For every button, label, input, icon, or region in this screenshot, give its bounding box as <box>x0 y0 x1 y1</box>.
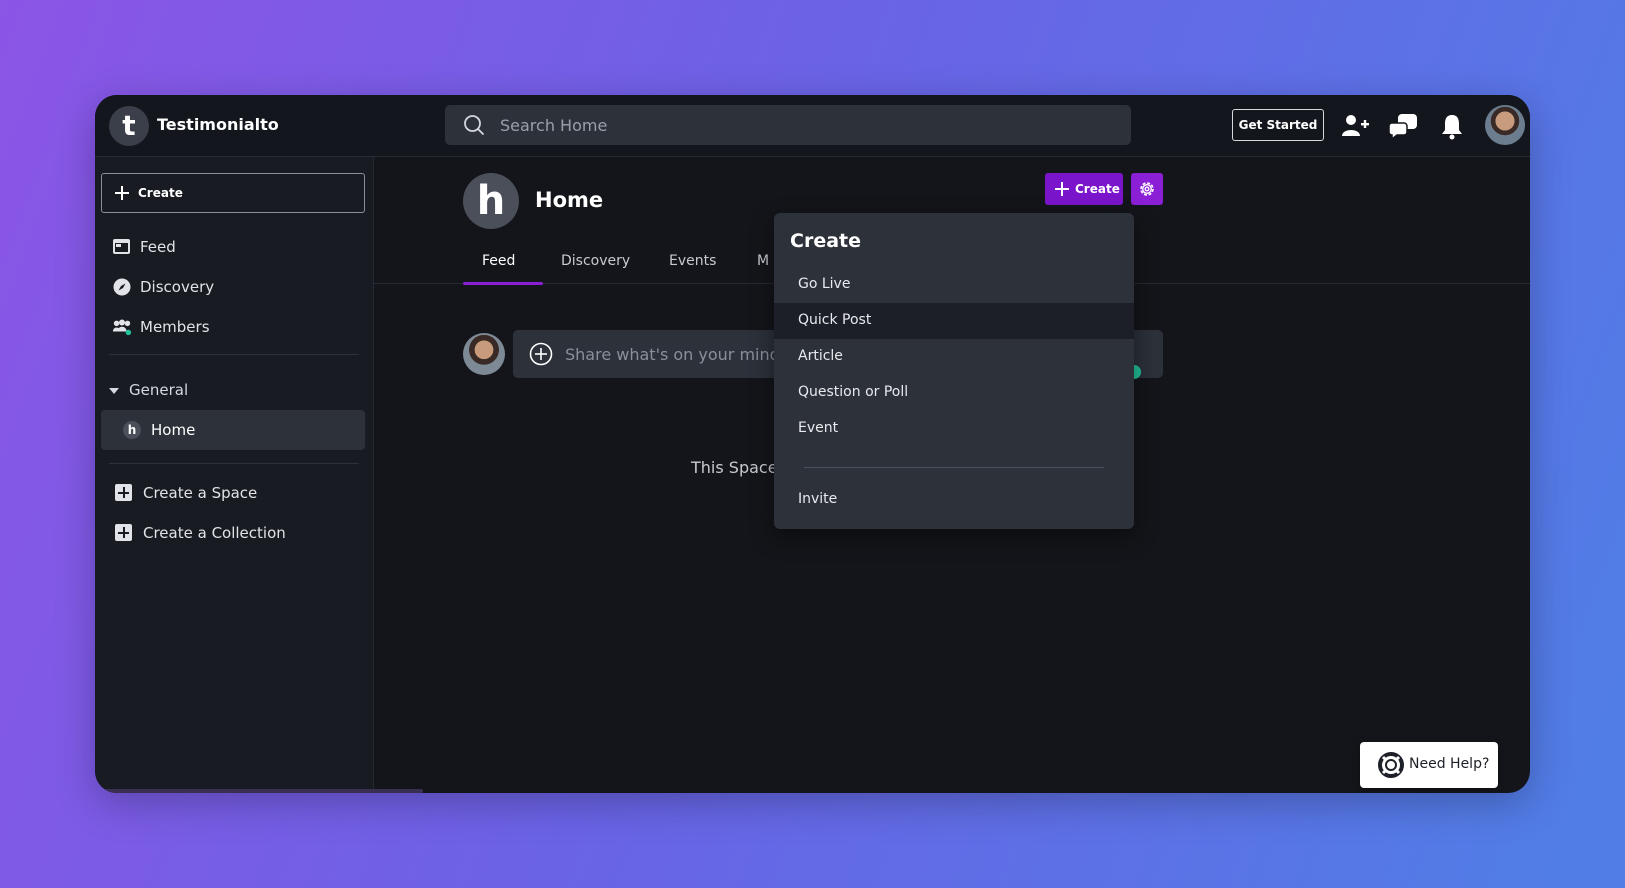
plus-icon <box>115 186 129 200</box>
need-help-label: Need Help? <box>1409 756 1490 772</box>
plus-icon <box>1055 182 1069 196</box>
menu-item-quick-post[interactable]: Quick Post <box>774 303 1134 339</box>
create-button-label: Create <box>1075 182 1120 196</box>
create-dropdown: Create Go Live Quick Post Article Questi… <box>774 213 1134 529</box>
sidebar-item-label: Members <box>140 318 210 336</box>
sidebar-item-members[interactable]: Members <box>95 309 374 345</box>
create-button[interactable]: Create <box>1045 173 1123 205</box>
menu-item-article[interactable]: Article <box>774 339 1134 375</box>
space-avatar: h <box>463 173 519 229</box>
tab-events[interactable]: Events <box>669 253 716 269</box>
menu-item-label: Quick Post <box>798 312 872 328</box>
create-space-link[interactable]: Create a Space <box>95 476 374 510</box>
sidebar-group-label: General <box>129 381 189 399</box>
menu-divider <box>804 467 1104 468</box>
menu-item-event[interactable]: Event <box>774 411 1134 447</box>
menu-item-label: Invite <box>798 491 838 507</box>
menu-item-label: Go Live <box>798 276 851 292</box>
sidebar-group-general[interactable]: General <box>109 381 188 399</box>
sidebar-divider <box>109 463 359 464</box>
sidebar-item-label: Feed <box>140 238 176 256</box>
sidebar-item-discovery[interactable]: Discovery <box>95 269 374 305</box>
page-title: Home <box>535 188 604 212</box>
sidebar-create-label: Create <box>138 186 183 200</box>
sidebar-create-button[interactable]: Create <box>101 173 365 213</box>
menu-item-question-or-poll[interactable]: Question or Poll <box>774 375 1134 411</box>
need-help-button[interactable]: Need Help? <box>1360 742 1498 788</box>
caret-down-icon <box>109 387 119 394</box>
app-window: t Testimonialto Get Started <box>95 95 1530 793</box>
space-badge: h <box>123 421 141 439</box>
top-bar: t Testimonialto Get Started <box>95 95 1530 157</box>
brand-logo[interactable]: t <box>109 106 149 146</box>
sidebar-item-label: Home <box>151 421 196 439</box>
tab-discovery[interactable]: Discovery <box>561 253 630 269</box>
sidebar-item-label: Discovery <box>140 278 215 296</box>
dropdown-title: Create <box>790 230 861 252</box>
horizontal-scrollbar[interactable] <box>95 789 423 793</box>
menu-item-label: Event <box>798 420 839 436</box>
composer-avatar <box>463 333 505 375</box>
search-input[interactable] <box>500 105 1100 145</box>
user-avatar[interactable] <box>1485 105 1525 145</box>
menu-item-label: Question or Poll <box>798 384 909 400</box>
bell-icon[interactable] <box>1437 111 1467 141</box>
add-user-icon[interactable] <box>1340 111 1370 141</box>
sidebar-item-feed[interactable]: Feed <box>95 229 374 265</box>
tab-feed[interactable]: Feed <box>482 253 515 269</box>
menu-item-go-live[interactable]: Go Live <box>774 267 1134 303</box>
feed-icon <box>113 239 130 254</box>
lifebuoy-icon <box>1378 752 1404 778</box>
add-circle-icon[interactable] <box>529 342 553 366</box>
create-space-label: Create a Space <box>143 484 258 502</box>
active-tab-indicator <box>463 282 543 285</box>
empty-state-text: This Space <box>691 458 778 477</box>
sidebar-divider <box>109 354 359 355</box>
plus-square-icon <box>115 524 132 541</box>
search-icon <box>464 115 484 135</box>
create-collection-link[interactable]: Create a Collection <box>95 516 374 550</box>
gear-icon <box>1140 182 1154 196</box>
search-bar[interactable] <box>445 105 1131 145</box>
get-started-button[interactable]: Get Started <box>1232 109 1324 141</box>
tab-more[interactable]: M <box>757 253 769 269</box>
menu-item-label: Article <box>798 348 843 364</box>
settings-button[interactable] <box>1131 173 1163 205</box>
menu-item-invite[interactable]: Invite <box>774 482 1134 518</box>
compass-icon <box>113 278 131 296</box>
brand-name[interactable]: Testimonialto <box>157 115 279 134</box>
sidebar-item-home[interactable]: h Home <box>101 410 365 450</box>
members-icon <box>112 319 132 336</box>
plus-square-icon <box>115 484 132 501</box>
sidebar: Create Feed Discovery Members General h … <box>95 157 374 793</box>
chat-icon[interactable] <box>1389 111 1419 141</box>
create-collection-label: Create a Collection <box>143 524 286 542</box>
